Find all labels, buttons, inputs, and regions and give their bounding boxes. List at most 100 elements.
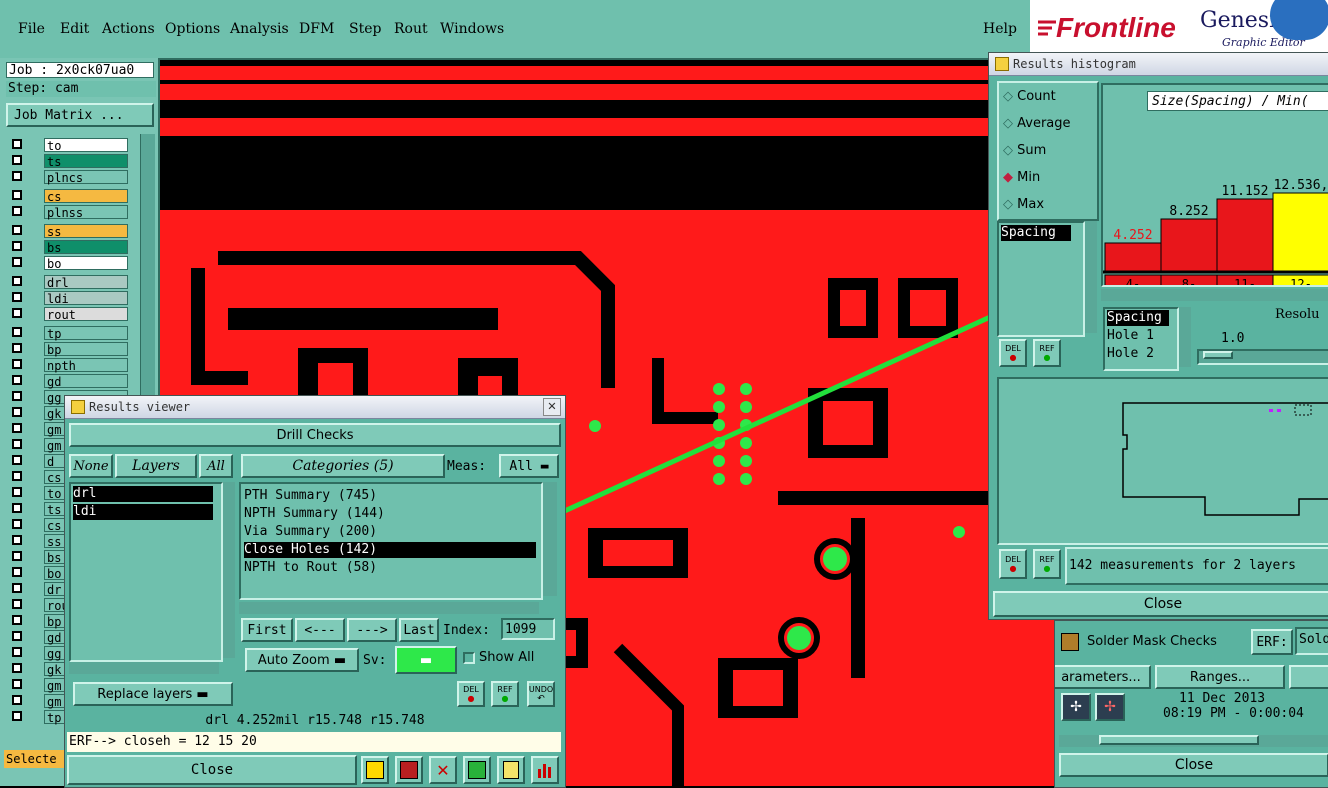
list-item-hole-1[interactable]: Hole 1 <box>1107 328 1154 343</box>
layer-item-drl[interactable]: drl <box>73 486 213 502</box>
categories-scrollbar[interactable] <box>543 482 557 596</box>
category-npth-to-rout[interactable]: NPTH to Rout (58) <box>244 560 377 575</box>
layer-checkbox[interactable] <box>12 139 22 149</box>
layer-row[interactable]: plncs <box>8 170 128 185</box>
report-tool-icon[interactable] <box>395 756 423 784</box>
preview-del-button[interactable]: DEL ● <box>999 549 1027 579</box>
layers-listbox[interactable]: drl ldi <box>69 482 223 662</box>
layer-checkbox[interactable] <box>12 206 22 216</box>
layer-name[interactable]: bo <box>44 256 128 271</box>
menu-actions[interactable]: Actions <box>102 21 155 37</box>
layer-checkbox[interactable] <box>12 359 22 369</box>
next-button[interactable]: ---> <box>347 618 397 642</box>
histogram-bar[interactable] <box>1160 218 1218 272</box>
prev-button[interactable]: <--- <box>295 618 345 642</box>
layer-checkbox[interactable] <box>12 631 22 641</box>
layer-name[interactable]: plnss <box>44 205 128 220</box>
layer-checkbox[interactable] <box>12 190 22 200</box>
last-button[interactable]: Last <box>399 618 439 642</box>
menu-windows[interactable]: Windows <box>440 21 504 37</box>
layer-name[interactable]: bp <box>44 342 128 357</box>
more-button[interactable] <box>1289 665 1328 689</box>
menu-analysis[interactable]: Analysis <box>230 21 289 37</box>
layer-checkbox[interactable] <box>12 155 22 165</box>
job-matrix-button[interactable]: Job Matrix ... <box>6 103 154 127</box>
layer-checkbox[interactable] <box>12 551 22 561</box>
measure-scrollbar[interactable] <box>1085 221 1097 333</box>
step-tool-icon[interactable] <box>463 756 491 784</box>
layers-tab[interactable]: Layers <box>115 454 197 478</box>
layer-checkbox[interactable] <box>12 615 22 625</box>
close-icon[interactable]: ✕ <box>543 398 561 416</box>
layer-checkbox[interactable] <box>12 241 22 251</box>
run-check-icon[interactable]: ✢ <box>1061 693 1091 721</box>
ref-button[interactable]: REF ● <box>491 681 519 707</box>
layer-name[interactable]: ts <box>44 154 128 169</box>
layer-row[interactable]: plnss <box>8 205 128 220</box>
histogram-titlebar[interactable]: Results histogram <box>989 53 1328 76</box>
layer-row[interactable]: cs <box>8 189 128 204</box>
categories-tab[interactable]: Categories (5) <box>241 454 445 478</box>
histogram-tool-icon[interactable] <box>531 756 559 784</box>
layer-row[interactable]: rout <box>8 307 128 322</box>
spacing-scrollbar[interactable] <box>1179 307 1191 367</box>
histogram-close-button[interactable]: Close <box>993 591 1328 617</box>
layer-checkbox[interactable] <box>12 439 22 449</box>
first-button[interactable]: First <box>241 618 293 642</box>
layer-row[interactable]: ldi <box>8 291 128 306</box>
clear-tool-icon[interactable]: ✕ <box>429 756 457 784</box>
histogram-bar[interactable] <box>1104 242 1162 272</box>
layer-row[interactable]: ss <box>8 224 128 239</box>
menu-step[interactable]: Step <box>349 21 381 37</box>
categories-hscrollbar[interactable] <box>239 602 539 614</box>
layer-checkbox[interactable] <box>12 663 22 673</box>
layer-checkbox[interactable] <box>12 695 22 705</box>
results-viewer-titlebar[interactable]: Results viewer ✕ <box>65 396 565 419</box>
meas-dropdown[interactable]: All ▬ <box>499 454 559 478</box>
layer-name[interactable]: ss <box>44 224 128 239</box>
layer-checkbox[interactable] <box>12 423 22 433</box>
layer-checkbox[interactable] <box>12 567 22 577</box>
layer-checkbox[interactable] <box>12 343 22 353</box>
layer-name[interactable]: rout <box>44 307 128 322</box>
layer-checkbox[interactable] <box>12 647 22 657</box>
layer-row[interactable]: ts <box>8 154 128 169</box>
solder-mask-close-button[interactable]: Close <box>1059 753 1328 777</box>
layer-checkbox[interactable] <box>12 292 22 302</box>
layer-checkbox[interactable] <box>12 679 22 689</box>
histogram-bar[interactable] <box>1216 198 1274 272</box>
none-button[interactable]: None <box>69 454 113 478</box>
spacing-listbox[interactable]: Spacing Hole 1 Hole 2 <box>1103 307 1179 371</box>
scroll-thumb[interactable] <box>1099 735 1259 745</box>
layer-name[interactable]: bs <box>44 240 128 255</box>
window-menu-icon[interactable] <box>995 57 1009 71</box>
category-close-holes[interactable]: Close Holes (142) <box>244 542 536 558</box>
replace-layers-dropdown[interactable]: Replace layers ▬ <box>73 682 233 706</box>
layer-name[interactable]: cs <box>44 189 128 204</box>
categories-listbox[interactable]: PTH Summary (745) NPTH Summary (144) Via… <box>239 482 543 600</box>
measure-listbox[interactable]: Spacing <box>997 221 1085 337</box>
layer-checkbox[interactable] <box>12 583 22 593</box>
erf-button[interactable]: ERF: <box>1251 629 1293 655</box>
solder-mask-hscrollbar[interactable] <box>1059 735 1328 747</box>
layer-checkbox[interactable] <box>12 599 22 609</box>
menu-help[interactable]: Help <box>983 21 1017 37</box>
layer-name[interactable]: drl <box>44 275 128 290</box>
resolution-slider[interactable] <box>1197 349 1328 365</box>
histogram-ref-button[interactable]: REF ● <box>1033 339 1061 367</box>
menu-file[interactable]: File <box>18 21 45 37</box>
menu-rout[interactable]: Rout <box>394 21 428 37</box>
layer-checkbox[interactable] <box>12 225 22 235</box>
layers-hscrollbar[interactable] <box>69 662 219 674</box>
radio-count[interactable]: ◇ Count <box>1003 89 1056 104</box>
layer-checkbox[interactable] <box>12 487 22 497</box>
layer-row[interactable]: to <box>8 138 128 153</box>
layer-checkbox[interactable] <box>12 519 22 529</box>
resolution-slider-thumb[interactable] <box>1203 351 1233 359</box>
show-all-checkbox[interactable] <box>463 652 475 664</box>
menu-options[interactable]: Options <box>165 21 220 37</box>
layer-checkbox[interactable] <box>12 257 22 267</box>
layer-row[interactable]: bo <box>8 256 128 271</box>
layers-scrollbar[interactable] <box>223 482 235 658</box>
histogram-hscrollbar[interactable] <box>1101 289 1328 301</box>
